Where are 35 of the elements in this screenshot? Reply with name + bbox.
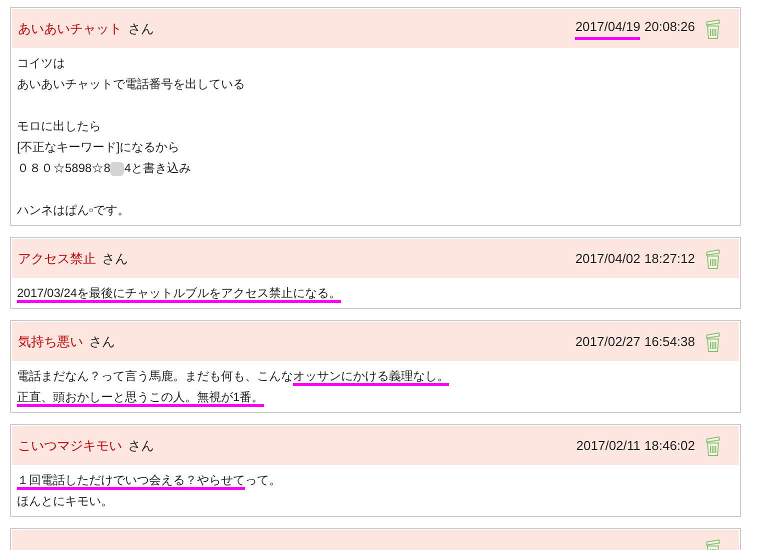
- comment-text: ハンネはぱん▫です。: [17, 203, 130, 217]
- post-time: 20:08:26: [644, 18, 695, 36]
- comment-text: １回電話しただけでいつ会える？やらせて: [17, 473, 245, 490]
- honorific: さん: [128, 20, 154, 38]
- post-time: 18:27:12: [644, 250, 695, 268]
- poster-name[interactable]: こいつマジキモい: [18, 436, 122, 456]
- poster-name[interactable]: あいあいチャット: [18, 18, 122, 38]
- comment-text: コイツは: [17, 56, 65, 70]
- poster-name[interactable]: アクセス禁止: [18, 248, 96, 268]
- comment-text: 2017/03/24を最後にチャットルブルをアクセス禁止になる。: [17, 286, 342, 303]
- poster-name[interactable]: 気持ち悪い: [18, 332, 83, 352]
- honorific: さん: [102, 250, 128, 268]
- post-date: 2017/04/02: [575, 250, 640, 268]
- comment-text: 正直、頭おかしーと思うこの人。無視が1番。: [17, 390, 264, 407]
- comment-text: ０８０☆5898☆8: [17, 161, 110, 175]
- comment-text: 電話まだなん？って言う馬鹿。まだも何も、こんな: [17, 369, 293, 383]
- trash-icon[interactable]: [705, 248, 721, 270]
- trash-icon[interactable]: [705, 330, 721, 352]
- post-date: 2017/04/19: [575, 17, 640, 40]
- honorific: さん: [128, 436, 154, 455]
- comment-text: 4と書き込み: [124, 161, 192, 175]
- honorific: さん: [89, 332, 115, 351]
- comment-text: って。: [245, 473, 281, 487]
- comment-text: あいあいチャットで電話番号を出している: [17, 77, 245, 91]
- post-time: 18:46:02: [644, 436, 695, 455]
- trash-icon[interactable]: [705, 18, 721, 40]
- blurred-digits: [110, 162, 124, 176]
- trash-icon[interactable]: [705, 434, 721, 456]
- post-date: 2017/02/11: [576, 436, 640, 455]
- comment-text: [不正なキーワード]になるから: [17, 140, 180, 154]
- comment-text: モロに出したら: [17, 119, 101, 133]
- post-date: 2017/02/27: [575, 332, 640, 351]
- post-time: 16:54:38: [644, 332, 695, 351]
- comment-text: オッサンにかける義理なし。: [293, 369, 449, 386]
- comment-text: ほんとにキモい。: [17, 494, 113, 508]
